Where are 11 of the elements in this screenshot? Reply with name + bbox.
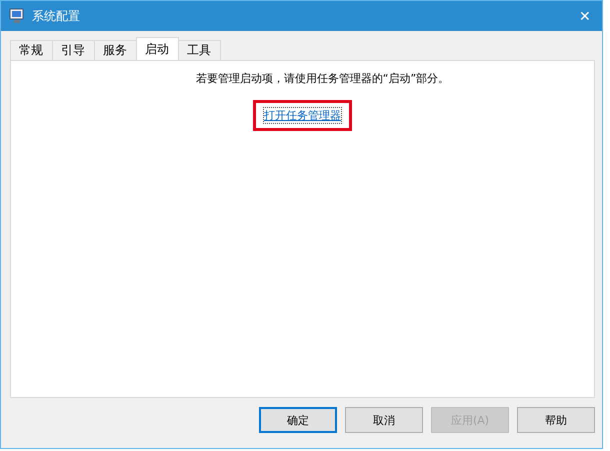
tab[interactable]: 启动	[136, 37, 179, 60]
task-manager-link[interactable]: 打开任务管理器	[264, 108, 341, 123]
app-icon	[9, 8, 25, 24]
dialog-button[interactable]: 帮助	[517, 407, 595, 433]
startup-message: 若要管理启动项，请使用任务管理器的“启动”部分。	[196, 71, 450, 86]
tab[interactable]: 工具	[178, 40, 221, 60]
dialog-button[interactable]: 确定	[259, 407, 337, 433]
window-title: 系统配置	[32, 8, 80, 24]
dialog-button[interactable]: 取消	[345, 407, 423, 433]
close-button[interactable]: ✕	[568, 7, 602, 25]
tab[interactable]: 常规	[10, 40, 53, 60]
